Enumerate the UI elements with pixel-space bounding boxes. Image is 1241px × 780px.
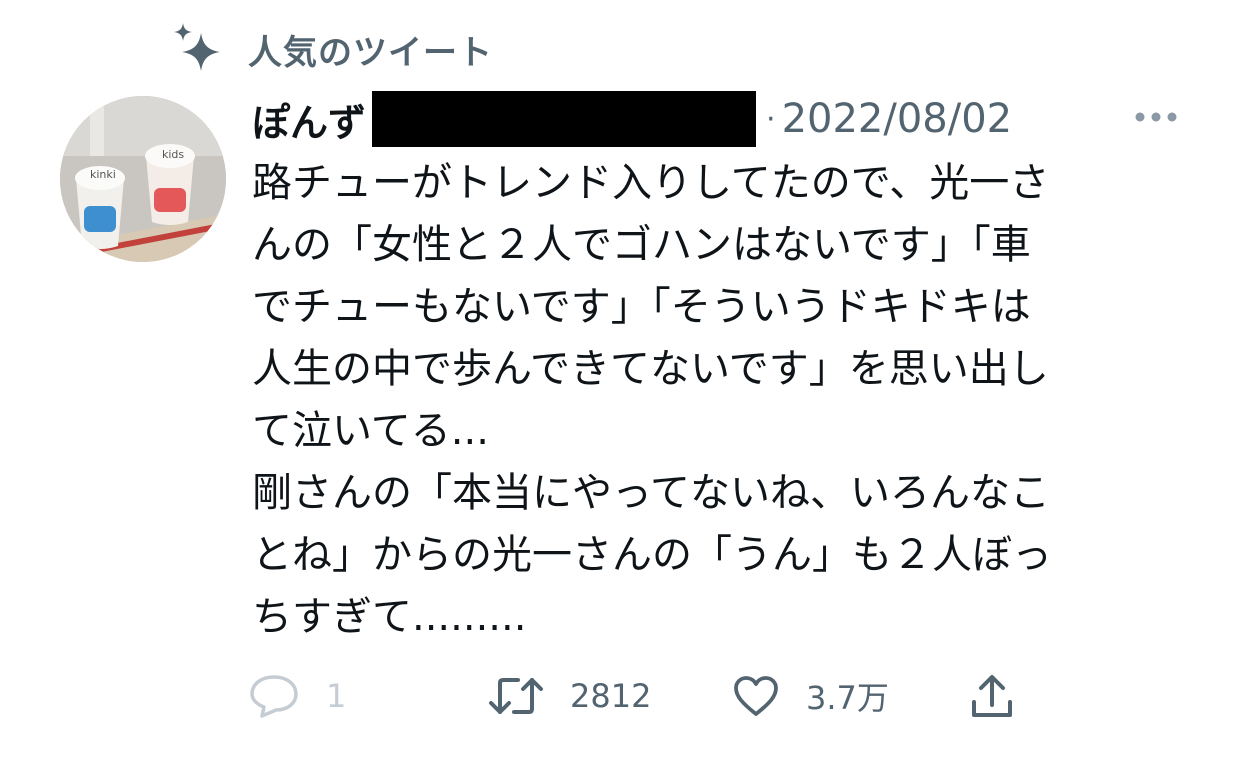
tweet-text-line: 人生の中で歩んできてないです」を思い出し bbox=[252, 346, 1049, 392]
sparkle-icon bbox=[174, 23, 220, 71]
tweet-text-line: でチューもないです」「そういうドキドキは bbox=[252, 284, 1031, 330]
avatar-cup-label-right: kids bbox=[162, 148, 184, 161]
tweet-header: ぽんず · 2022/08/02 bbox=[252, 88, 1012, 150]
more-button[interactable] bbox=[1128, 96, 1184, 138]
retweet-button[interactable]: 2812 bbox=[488, 664, 651, 728]
retweet-count: 2812 bbox=[570, 677, 652, 715]
share-icon bbox=[972, 675, 1012, 717]
heart-icon bbox=[734, 676, 778, 716]
retweet-icon bbox=[489, 678, 543, 714]
reply-button[interactable]: 1 bbox=[248, 664, 346, 728]
social-context: 人気のツイート bbox=[170, 20, 493, 78]
tweet-text-line: とね」からの光一さんの「うん」も２人ぼっ bbox=[252, 532, 1052, 578]
redacted-handle bbox=[372, 91, 757, 147]
more-icon bbox=[1135, 112, 1177, 122]
tweet-date[interactable]: 2022/08/02 bbox=[782, 96, 1013, 142]
tweet-text-line: 路チューがトレンド入りしてたので、光一さ bbox=[252, 160, 1050, 206]
reply-icon bbox=[250, 675, 298, 718]
action-bar: 1 2812 3.7万 bbox=[248, 664, 1208, 728]
context-label: 人気のツイート bbox=[248, 32, 493, 73]
tweet-text-line: んの「女性と２人でゴハンはないです」「車 bbox=[252, 222, 1031, 268]
reply-count: 1 bbox=[326, 677, 347, 715]
avatar-cup-label-left: kinki bbox=[90, 168, 116, 181]
share-button[interactable] bbox=[970, 664, 1014, 728]
tweet-text-line: 剛さんの「本当にやってないね、いろんなこ bbox=[252, 470, 1050, 516]
tweet-text: 路チューがトレンド入りしてたので、光一さ んの「女性と２人でゴハンはないです」「… bbox=[252, 152, 1202, 648]
separator-dot: · bbox=[766, 101, 776, 137]
author-name[interactable]: ぽんず bbox=[252, 92, 366, 147]
avatar[interactable]: kinki kids bbox=[60, 96, 226, 262]
avatar-image: kinki kids bbox=[60, 96, 226, 262]
tweet-text-line: て泣いてる... bbox=[252, 408, 489, 454]
like-button[interactable]: 3.7万 bbox=[732, 664, 889, 728]
like-count: 3.7万 bbox=[806, 679, 889, 717]
tweet-text-line: ちすぎて......... bbox=[252, 594, 527, 640]
